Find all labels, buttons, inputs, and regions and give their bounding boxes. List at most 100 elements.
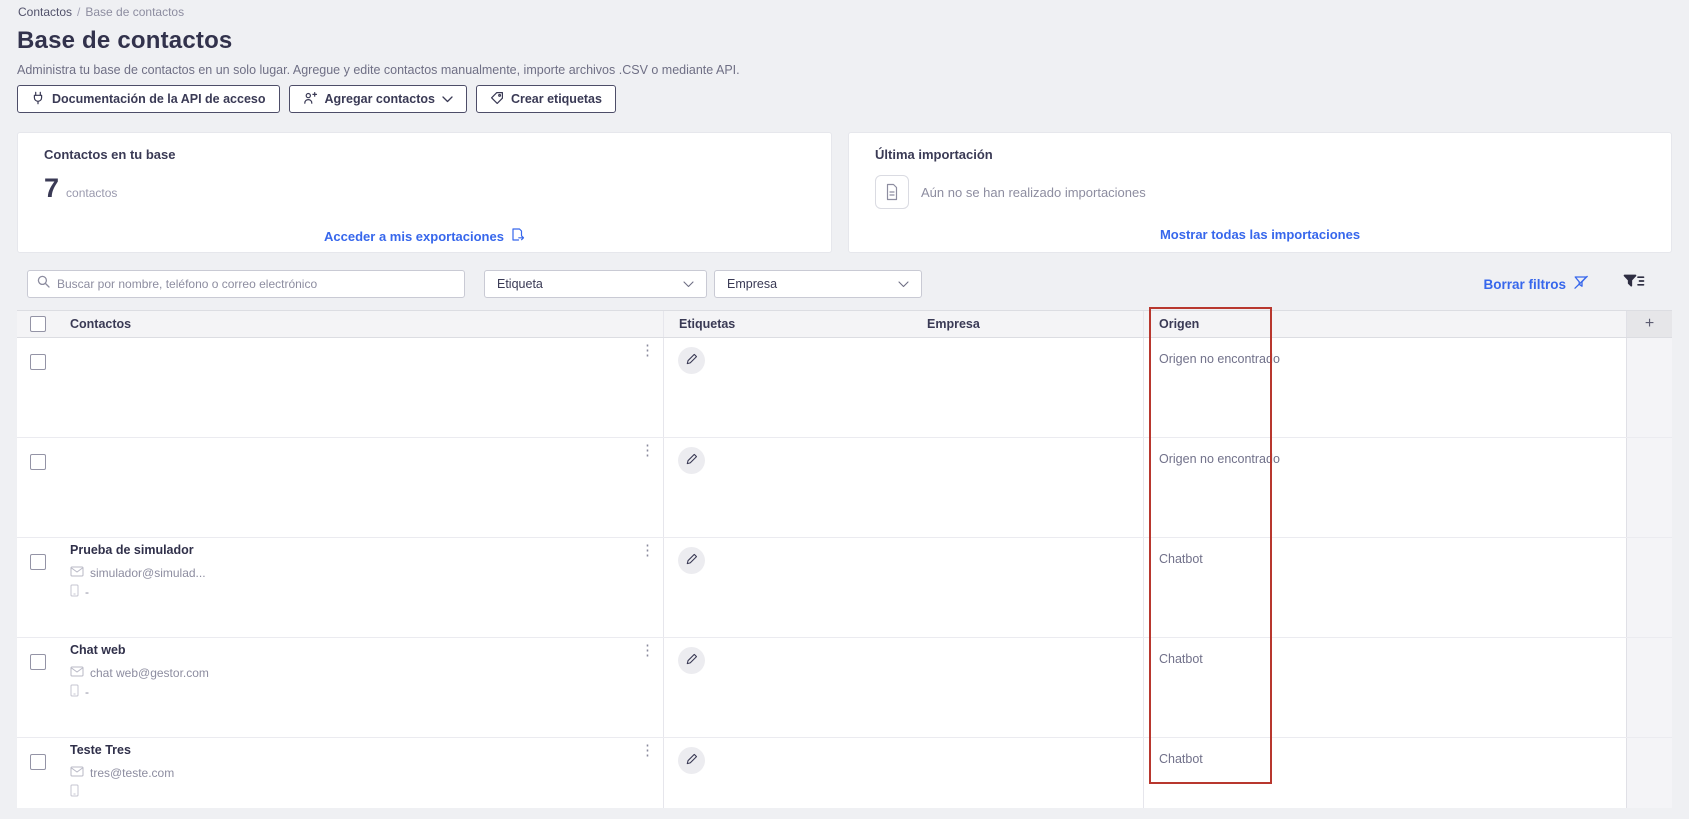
search-input[interactable] [57, 277, 455, 291]
show-imports-link[interactable]: Mostrar todas las importaciones [849, 227, 1671, 242]
edit-tags-button[interactable] [678, 747, 705, 774]
table-row: ⋮ Origen no encontrado [17, 438, 1672, 538]
edit-tags-button[interactable] [678, 547, 705, 574]
origin-value: Chatbot [1159, 752, 1203, 766]
contact-name: Chat web [70, 643, 126, 657]
tag-filter-select[interactable]: Etiqueta [484, 270, 707, 298]
contacts-card-title: Contactos en tu base [44, 147, 176, 162]
phone-icon [70, 784, 79, 800]
row-menu-icon[interactable]: ⋮ [637, 543, 658, 558]
phone-icon [70, 584, 79, 600]
add-column-button[interactable]: + [1626, 311, 1672, 337]
company-cell [925, 638, 1143, 737]
mail-icon [70, 666, 84, 680]
chevron-down-icon [898, 277, 909, 291]
edit-tags-button[interactable] [678, 647, 705, 674]
exports-link[interactable]: Acceder a mis exportaciones [18, 227, 831, 245]
table-row: Prueba de simulador simulador@simulad...… [17, 538, 1672, 638]
row-menu-icon[interactable]: ⋮ [637, 743, 658, 758]
row-menu-icon[interactable]: ⋮ [637, 343, 658, 358]
contact-email: chat web@gestor.com [90, 666, 209, 680]
create-tags-button-label: Crear etiquetas [510, 92, 602, 106]
table-row: Chat web chat web@gestor.com - ⋮ Chatbot [17, 638, 1672, 738]
contact-name: Prueba de simulador [70, 543, 194, 557]
company-cell [925, 738, 1143, 808]
search-box [27, 270, 465, 298]
contact-phone: - [85, 685, 89, 699]
column-header-contacts: Contactos [70, 317, 132, 331]
contact-phone: - [85, 585, 89, 599]
contacts-count-number: 7 [44, 173, 60, 203]
imports-empty-message: Aún no se han realizado importaciones [921, 184, 1146, 200]
tag-icon [490, 91, 504, 108]
table-row: Teste Tres tres@teste.com ⋮ Chatbot [17, 738, 1672, 808]
edit-tags-button[interactable] [678, 447, 705, 474]
person-add-icon [303, 91, 318, 108]
column-header-etiquetas: Etiquetas [663, 311, 925, 337]
breadcrumb-contactos[interactable]: Contactos [18, 5, 72, 19]
company-filter-label: Empresa [727, 277, 778, 291]
row-checkbox[interactable] [30, 754, 46, 770]
contact-email: simulador@simulad... [90, 566, 206, 580]
breadcrumb-separator: / [77, 5, 81, 19]
row-checkbox[interactable] [30, 354, 46, 370]
contacts-count: 7 contactos [44, 173, 117, 204]
mail-icon [70, 766, 84, 780]
table-header: Contactos Etiquetas Empresa Origen + [17, 311, 1672, 338]
origin-value: Chatbot [1159, 652, 1203, 666]
search-icon [37, 275, 50, 293]
edit-tags-button[interactable] [678, 347, 705, 374]
add-contacts-button-label: Agregar contactos [324, 92, 435, 106]
api-docs-button-label: Documentación de la API de acceso [52, 92, 266, 106]
clear-filters-label: Borrar filtros [1483, 276, 1566, 292]
api-docs-button[interactable]: Documentación de la API de acceso [17, 85, 280, 113]
table-row: ⋮ Origen no encontrado [17, 338, 1672, 438]
show-imports-link-label: Mostrar todas las importaciones [1159, 227, 1361, 242]
page-subtitle: Administra tu base de contactos en un so… [17, 63, 740, 77]
company-cell [925, 438, 1143, 537]
breadcrumb: Contactos / Base de contactos [18, 5, 184, 19]
select-all-checkbox[interactable] [30, 316, 46, 332]
tag-filter-label: Etiqueta [497, 277, 543, 291]
chevron-down-icon [683, 277, 694, 291]
pencil-icon [685, 452, 698, 470]
company-cell [925, 538, 1143, 637]
contacts-summary-card: Contactos en tu base 7 contactos Acceder… [17, 132, 832, 253]
imports-card-title: Última importación [875, 147, 993, 162]
breadcrumb-base-de-contactos: Base de contactos [85, 5, 185, 19]
plug-icon [31, 91, 45, 108]
origin-value: Origen no encontrado [1159, 452, 1280, 466]
row-checkbox[interactable] [30, 654, 46, 670]
imports-summary-card: Última importación Aún no se han realiza… [848, 132, 1672, 253]
pencil-icon [685, 752, 698, 770]
row-checkbox[interactable] [30, 454, 46, 470]
company-cell [925, 338, 1143, 437]
contacts-table: Contactos Etiquetas Empresa Origen + ⋮ O… [17, 310, 1672, 808]
pencil-icon [685, 552, 698, 570]
origin-value: Chatbot [1159, 552, 1203, 566]
column-header-origen: Origen [1143, 311, 1626, 337]
header-checkbox-cell [17, 311, 60, 337]
phone-icon [70, 684, 79, 700]
contact-email: tres@teste.com [90, 766, 175, 780]
add-contacts-button[interactable]: Agregar contactos [288, 85, 467, 113]
filter-menu-icon[interactable] [1623, 274, 1645, 296]
file-icon [875, 175, 909, 209]
company-filter-select[interactable]: Empresa [714, 270, 922, 298]
toolbar: Documentación de la API de acceso Agrega… [17, 85, 616, 113]
imports-empty-state: Aún no se han realizado importaciones [875, 175, 1146, 209]
row-menu-icon[interactable]: ⋮ [637, 643, 658, 658]
filter-bar: Etiqueta Empresa Borrar filtros [0, 270, 1689, 298]
row-menu-icon[interactable]: ⋮ [637, 443, 658, 458]
summary-cards: Contactos en tu base 7 contactos Acceder… [17, 132, 1672, 253]
exports-link-label: Acceder a mis exportaciones [324, 228, 504, 244]
contact-name: Teste Tres [70, 743, 131, 757]
row-checkbox[interactable] [30, 554, 46, 570]
clear-filters-link[interactable]: Borrar filtros [1483, 275, 1589, 293]
origin-value: Origen no encontrado [1159, 352, 1280, 366]
pencil-icon [685, 652, 698, 670]
chevron-down-icon [442, 92, 453, 106]
contacts-count-unit: contactos [66, 186, 118, 200]
create-tags-button[interactable]: Crear etiquetas [475, 85, 616, 113]
pencil-icon [685, 352, 698, 370]
